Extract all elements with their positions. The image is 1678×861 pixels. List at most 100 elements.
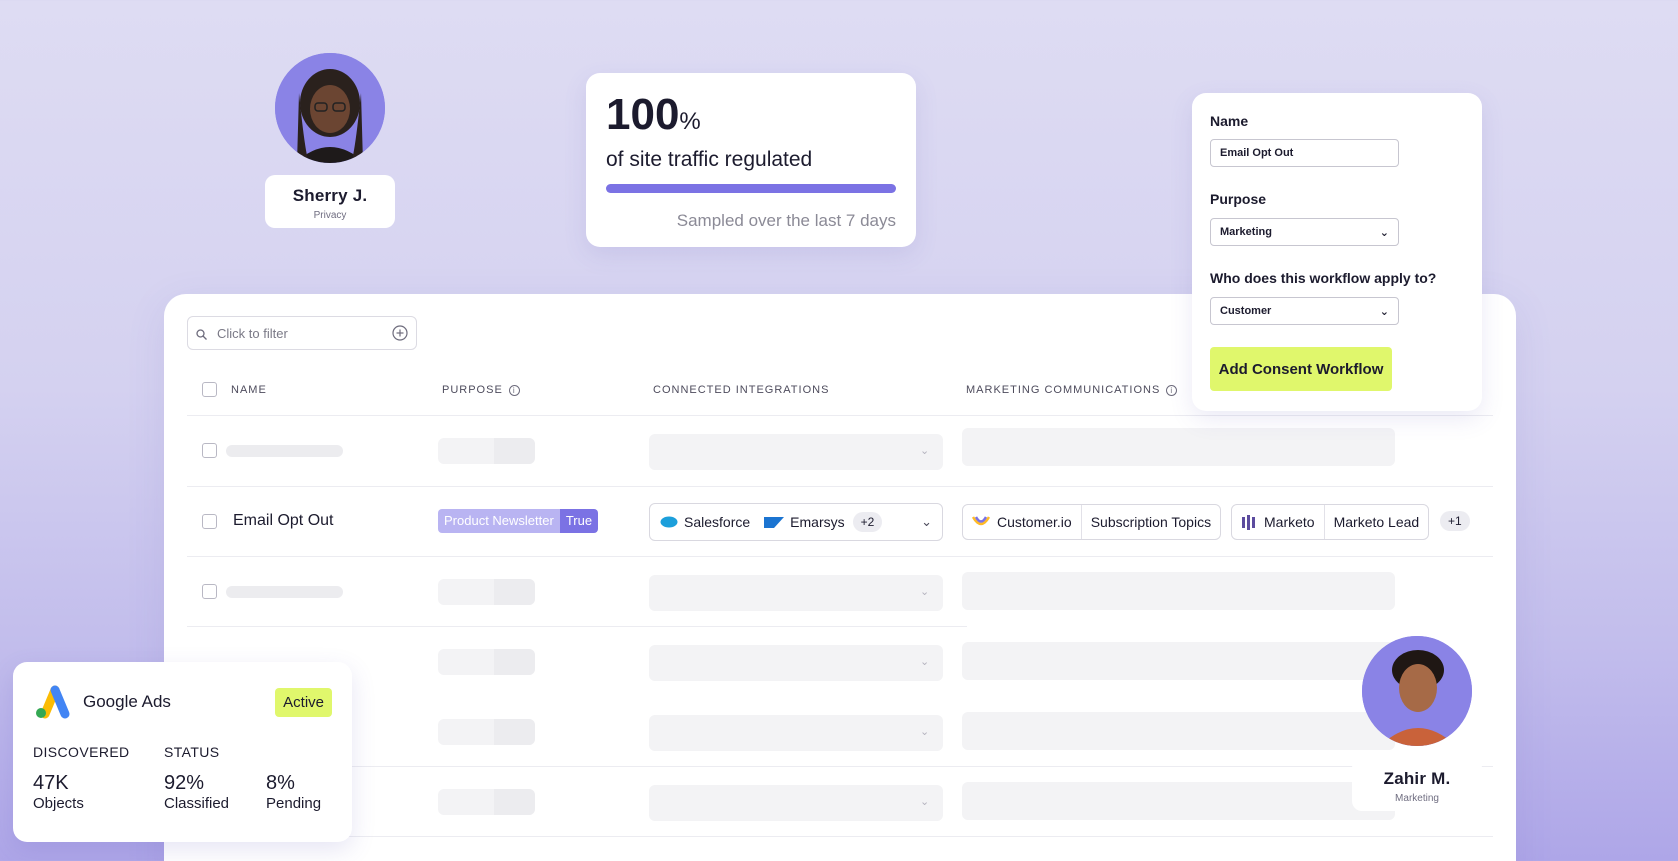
person-role: Privacy [313,210,347,221]
integrations-more-count: +2 [852,512,883,532]
table-row-placeholder: ⌄ [164,697,1516,767]
chevron-down-icon: ⌄ [920,445,930,457]
select-all-checkbox[interactable] [202,382,217,397]
google-ads-card: Google Ads Active DISCOVERED 47K Objects… [13,662,352,842]
person-role: Marketing [1395,793,1439,804]
info-icon[interactable]: i [1166,384,1178,396]
status-badge: Active [275,687,332,717]
placeholder-dropdown [649,645,943,681]
objects-value: 47K [33,772,69,794]
filter-input[interactable]: Click to filter [187,316,417,350]
table-row-placeholder: ⌄ [164,557,1516,627]
table-row[interactable]: Email Opt Out Product Newsletter True Sa… [164,487,1516,557]
marketing-item-customerio: Customer.io [963,505,1081,539]
integration-emarsys: Emarsys [764,514,845,530]
salesforce-icon [660,516,678,528]
placeholder-bar [494,438,535,464]
purpose-tag-value: True [559,509,599,533]
profile-card-zahir: Zahir M. Marketing [1352,758,1482,811]
placeholder-bar [494,579,535,605]
purpose-select[interactable]: Marketing ⌄ [1210,218,1399,246]
name-field[interactable]: Email Opt Out [1210,139,1399,167]
row-checkbox[interactable] [202,443,217,458]
avatar-zahir [1362,636,1472,746]
consent-workflow-form: Name Email Opt Out Purpose Marketing ⌄ W… [1192,93,1482,411]
marketing-group-marketo: Marketo Marketo Lead [1231,504,1430,540]
discovered-label: DISCOVERED [33,744,130,760]
row-checkbox[interactable] [202,514,217,529]
placeholder-bar [226,586,343,598]
google-ads-icon [36,685,70,719]
placeholder-dropdown [649,715,943,751]
applies-label: Who does this workflow apply to? [1210,270,1437,286]
table-row-placeholder: ⌄ [164,416,1516,486]
purpose-tag-label: Product Newsletter [438,509,560,533]
profile-card-sherry: Sherry J. Privacy [265,175,395,228]
chevron-down-icon: ⌄ [920,726,930,738]
chevron-down-icon: ⌄ [920,796,930,808]
marketing-item-marketo: Marketo [1232,505,1324,539]
table-row-placeholder: ⌄ [164,627,1516,697]
placeholder-bar [494,719,535,745]
integration-salesforce: Salesforce [660,514,750,530]
classified-value: 92% [164,772,205,794]
purpose-tag: Product Newsletter True [438,509,599,533]
add-filter-icon[interactable] [392,325,408,341]
filter-placeholder: Click to filter [217,325,288,341]
placeholder-dropdown [649,434,943,470]
objects-label: Objects [33,795,84,812]
applies-select[interactable]: Customer ⌄ [1210,297,1399,325]
traffic-card: 100% of site traffic regulated Sampled o… [586,73,916,247]
traffic-note: Sampled over the last 7 days [676,211,896,230]
chevron-down-icon: ⌄ [920,656,930,668]
placeholder-dropdown [649,575,943,611]
row-name: Email Opt Out [233,512,334,529]
google-ads-title: Google Ads [83,692,171,711]
chevron-down-icon: ⌄ [1379,305,1389,318]
avatar-sherry [275,53,385,163]
purpose-label: Purpose [1210,191,1267,207]
column-header-purpose[interactable]: PURPOSE i [442,384,520,396]
marketing-group-customerio: Customer.io Subscription Topics [962,504,1222,540]
placeholder-bar [494,789,535,815]
traffic-progress-bar [606,184,896,193]
add-consent-workflow-button[interactable]: Add Consent Workflow [1210,347,1392,391]
placeholder-bar [962,642,1395,680]
person-name: Sherry J. [292,186,368,205]
pending-label: Pending [266,795,322,812]
customerio-icon [972,516,990,526]
placeholder-bar [962,712,1395,750]
person-name: Zahir M. [1383,769,1451,788]
classified-label: Classified [164,795,230,812]
status-label: STATUS [164,744,220,760]
placeholder-bar [962,572,1395,610]
placeholder-bar [226,445,343,457]
traffic-label: of site traffic regulated [606,148,813,171]
sap-icon [764,516,785,528]
search-icon [196,328,207,340]
placeholder-bar [494,649,535,675]
traffic-value: 100% [606,90,701,139]
name-label: Name [1210,113,1249,129]
chevron-down-icon: ⌄ [921,514,932,529]
column-header-integrations[interactable]: CONNECTED INTEGRATIONS [653,384,829,396]
placeholder-bar [962,782,1395,820]
row-checkbox[interactable] [202,584,217,599]
column-header-name[interactable]: NAME [231,384,267,396]
marketing-item-marketo-lead: Marketo Lead [1323,505,1429,539]
marketing-more-count: +1 [1440,511,1470,531]
chevron-down-icon: ⌄ [920,586,930,598]
column-header-marketing[interactable]: MARKETING COMMUNICATIONS i [966,384,1178,396]
info-icon[interactable]: i [508,384,520,396]
row-divider [187,836,1493,837]
placeholder-dropdown [649,785,943,821]
placeholder-bar [962,428,1395,466]
marketo-icon [1242,515,1255,530]
marketing-item-subscription-topics: Subscription Topics [1080,505,1220,539]
pending-value: 8% [266,772,295,794]
person-photo-icon [1362,636,1472,746]
chevron-down-icon: ⌄ [1379,226,1389,239]
person-photo-icon [275,53,385,163]
integrations-dropdown[interactable]: Salesforce Emarsys +2 ⌄ [649,503,943,541]
table-row-placeholder: ⌄ [164,767,1516,837]
